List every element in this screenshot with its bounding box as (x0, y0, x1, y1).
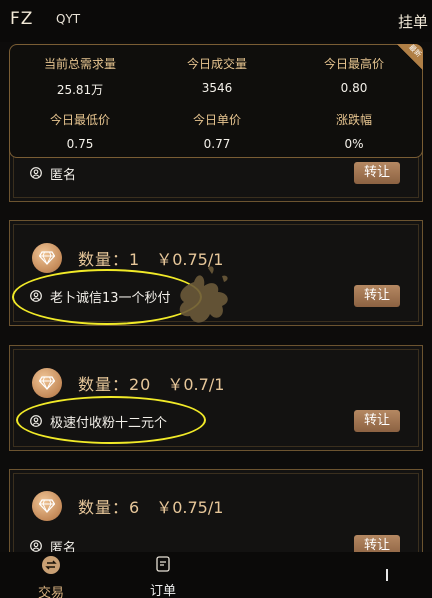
stat-today-volume: 今日成交量 3546 (186, 57, 247, 95)
transfer-button[interactable]: 转让 (354, 162, 400, 184)
stat-today-high: 今日最高价 0.80 (323, 57, 384, 95)
user-icon (30, 415, 42, 427)
top-bar: FZ QYT 挂单 (0, 0, 432, 42)
seller-name: 匿名 (50, 167, 77, 183)
diamond-icon (32, 243, 62, 273)
listing-quantity: 数量：6 (78, 498, 141, 517)
listing-quantity: 数量：1 (78, 250, 141, 269)
listing-card: 数量：1 ￥0.75/1 老卜诚信13一个秒付 转让 (9, 220, 423, 326)
transfer-button[interactable]: 转让 (354, 410, 400, 432)
bottom-tab-bar: 交易 订单 (0, 552, 432, 598)
diamond-icon (32, 368, 62, 398)
seller-name: 极速付收粉十二元个 (50, 415, 168, 431)
market-stats-panel: 最新 当前总需求量 25.81万 今日成交量 3546 今日最高价 0.80 今日最低… (9, 43, 423, 158)
listing-header: 数量：1 ￥0.75/1 (32, 242, 223, 274)
listing-price: ￥0.7/1 (167, 375, 225, 394)
seller-name: 老卜诚信13一个秒付 (50, 290, 171, 306)
stat-today-price: 今日单价 0.77 (192, 113, 241, 151)
listing-header: 数量：20 ￥0.7/1 (32, 367, 224, 399)
tab-trade[interactable]: 交易 (26, 556, 76, 598)
tab-orders[interactable]: 订单 (138, 556, 188, 598)
user-icon (30, 290, 42, 302)
seller-row: 极速付收粉十二元个 (30, 410, 167, 432)
listing-header: 数量：6 ￥0.75/1 (32, 490, 223, 522)
coin-selector[interactable]: QYT (56, 12, 80, 26)
exchange-icon (42, 556, 60, 574)
order-doc-icon (156, 556, 170, 572)
scroll-indicator (386, 569, 388, 581)
listing-price: ￥0.75/1 (156, 250, 224, 269)
stat-change: 涨跌幅 0% (335, 113, 372, 151)
user-icon (30, 540, 42, 552)
seller-row: 老卜诚信13一个秒付 (30, 285, 171, 307)
stat-total-demand: 当前总需求量 25.81万 (43, 57, 116, 97)
diamond-icon (32, 491, 62, 521)
listing-quantity: 数量：20 (78, 375, 152, 394)
stat-today-low: 今日最低价 0.75 (49, 113, 110, 151)
listing-price: ￥0.75/1 (156, 498, 224, 517)
listing-card: 数量：20 ￥0.7/1 极速付收粉十二元个 转让 (9, 345, 423, 451)
place-order-link[interactable]: 挂单 (398, 11, 428, 32)
brand-logo: FZ (10, 9, 34, 29)
transfer-button[interactable]: 转让 (354, 285, 400, 307)
seller-row: 匿名 (30, 162, 76, 184)
user-icon (30, 167, 42, 179)
